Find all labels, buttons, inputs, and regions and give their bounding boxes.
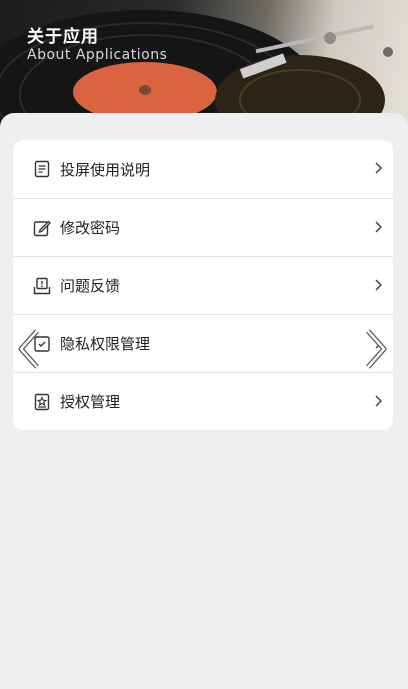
previous-arrow-icon[interactable] [15, 328, 45, 370]
chevron-right-icon [375, 162, 383, 174]
chevron-right-icon [375, 279, 383, 291]
menu-item-label: 隐私权限管理 [60, 335, 151, 353]
menu-card: 投屏使用说明 修改密码 问题反馈 隐私权限管理 授权管理 [13, 140, 393, 430]
feedback-icon [33, 277, 51, 295]
menu-item-authorization[interactable]: 授权管理 [13, 372, 393, 430]
chevron-right-icon [375, 395, 383, 407]
menu-item-label: 授权管理 [60, 393, 121, 411]
authorization-icon [33, 393, 51, 411]
page-title: 关于应用 [27, 27, 99, 47]
page-subtitle: About Applications [27, 47, 168, 63]
next-arrow-icon[interactable] [360, 328, 390, 370]
menu-item-screen-cast-guide[interactable]: 投屏使用说明 [13, 140, 393, 198]
menu-item-label: 修改密码 [60, 219, 121, 237]
menu-item-label: 投屏使用说明 [60, 160, 151, 179]
document-icon [33, 160, 51, 178]
edit-icon [33, 219, 51, 237]
menu-item-feedback[interactable]: 问题反馈 [13, 256, 393, 314]
menu-item-privacy-permissions[interactable]: 隐私权限管理 [13, 314, 393, 372]
menu-item-label: 问题反馈 [60, 277, 121, 295]
menu-item-change-password[interactable]: 修改密码 [13, 198, 393, 256]
chevron-right-icon [375, 221, 383, 233]
about-app-screen: 关于应用 About Applications 投屏使用说明 修改密码 问题反馈 [0, 0, 408, 689]
